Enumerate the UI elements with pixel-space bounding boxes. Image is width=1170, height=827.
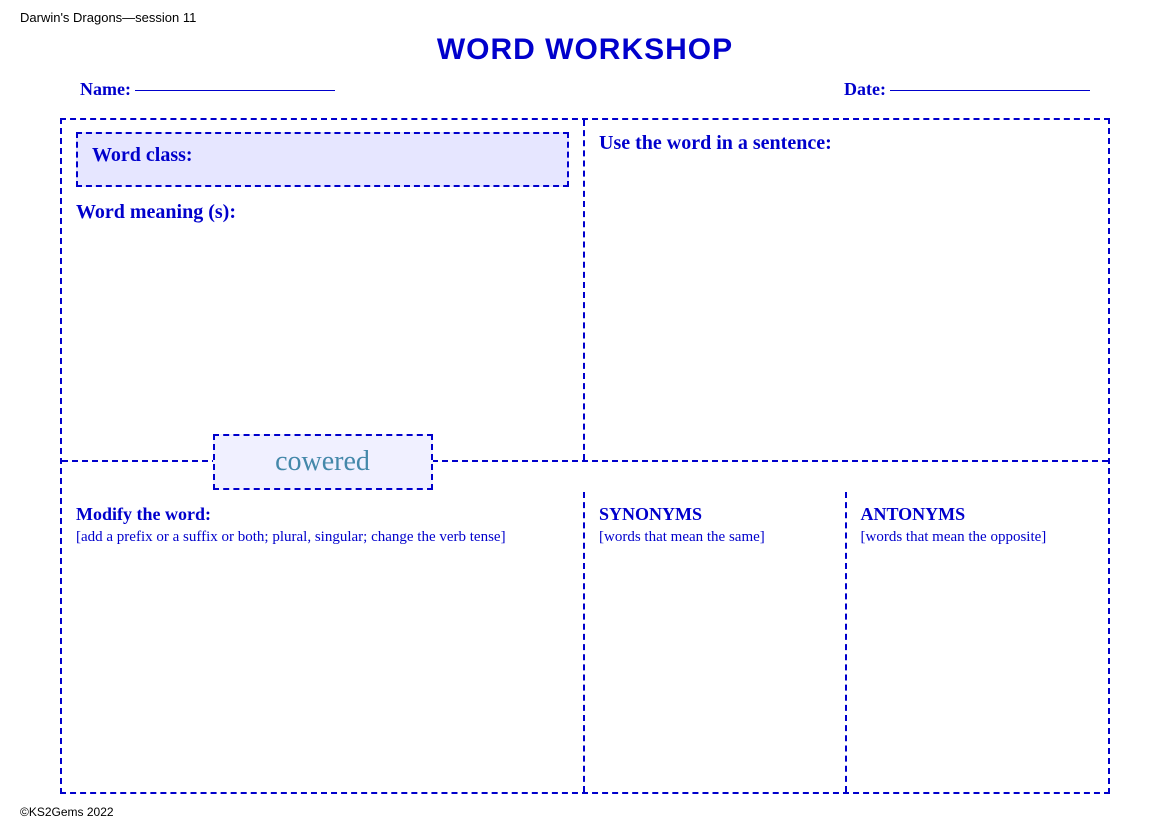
- antonyms-label: ANTONYMS: [861, 504, 1095, 525]
- modify-detail-text: [add a prefix or a suffix or both; plura…: [76, 529, 569, 546]
- main-grid: Word class: Word meaning (s): cowered Us…: [60, 118, 1110, 794]
- session-label: Darwin's Dragons—session 11: [20, 10, 196, 25]
- bottom-left: Modify the word: [add a prefix or a suff…: [62, 492, 585, 792]
- name-date-row: Name: Date:: [0, 71, 1170, 108]
- footer: ©KS2Gems 2022: [20, 805, 114, 819]
- bottom-right: ANTONYMS [words that mean the opposite]: [847, 492, 1109, 792]
- center-word: cowered: [275, 446, 370, 477]
- modify-title: Modify the word:: [76, 504, 211, 524]
- word-class-label: Word class:: [92, 144, 193, 166]
- word-class-box: Word class:: [76, 132, 569, 187]
- sentence-label: Use the word in a sentence:: [599, 132, 1094, 155]
- word-meaning-label: Word meaning (s):: [76, 201, 569, 224]
- left-panel: Word class: Word meaning (s): cowered: [62, 120, 585, 460]
- bottom-middle: SYNONYMS [words that mean the same]: [585, 492, 847, 792]
- synonyms-title: SYNONYMS: [599, 504, 702, 524]
- main-title: WORD WORKSHOP: [0, 25, 1170, 67]
- name-label: Name:: [80, 79, 335, 100]
- top-bar: Darwin's Dragons—session 11: [0, 0, 1170, 25]
- bottom-section: Modify the word: [add a prefix or a suff…: [62, 492, 1108, 792]
- modify-label: Modify the word:: [76, 504, 569, 525]
- synonyms-label: SYNONYMS: [599, 504, 831, 525]
- antonyms-detail-text: [words that mean the opposite]: [861, 529, 1095, 546]
- date-label: Date:: [844, 79, 1090, 100]
- synonyms-detail-text: [words that mean the same]: [599, 529, 831, 546]
- right-panel: Use the word in a sentence:: [585, 120, 1108, 460]
- antonyms-title: ANTONYMS: [861, 504, 966, 524]
- page: Darwin's Dragons—session 11 WORD WORKSHO…: [0, 0, 1170, 827]
- center-word-box: cowered: [213, 434, 433, 490]
- top-section: Word class: Word meaning (s): cowered Us…: [62, 120, 1108, 462]
- center-word-container: cowered: [213, 434, 433, 490]
